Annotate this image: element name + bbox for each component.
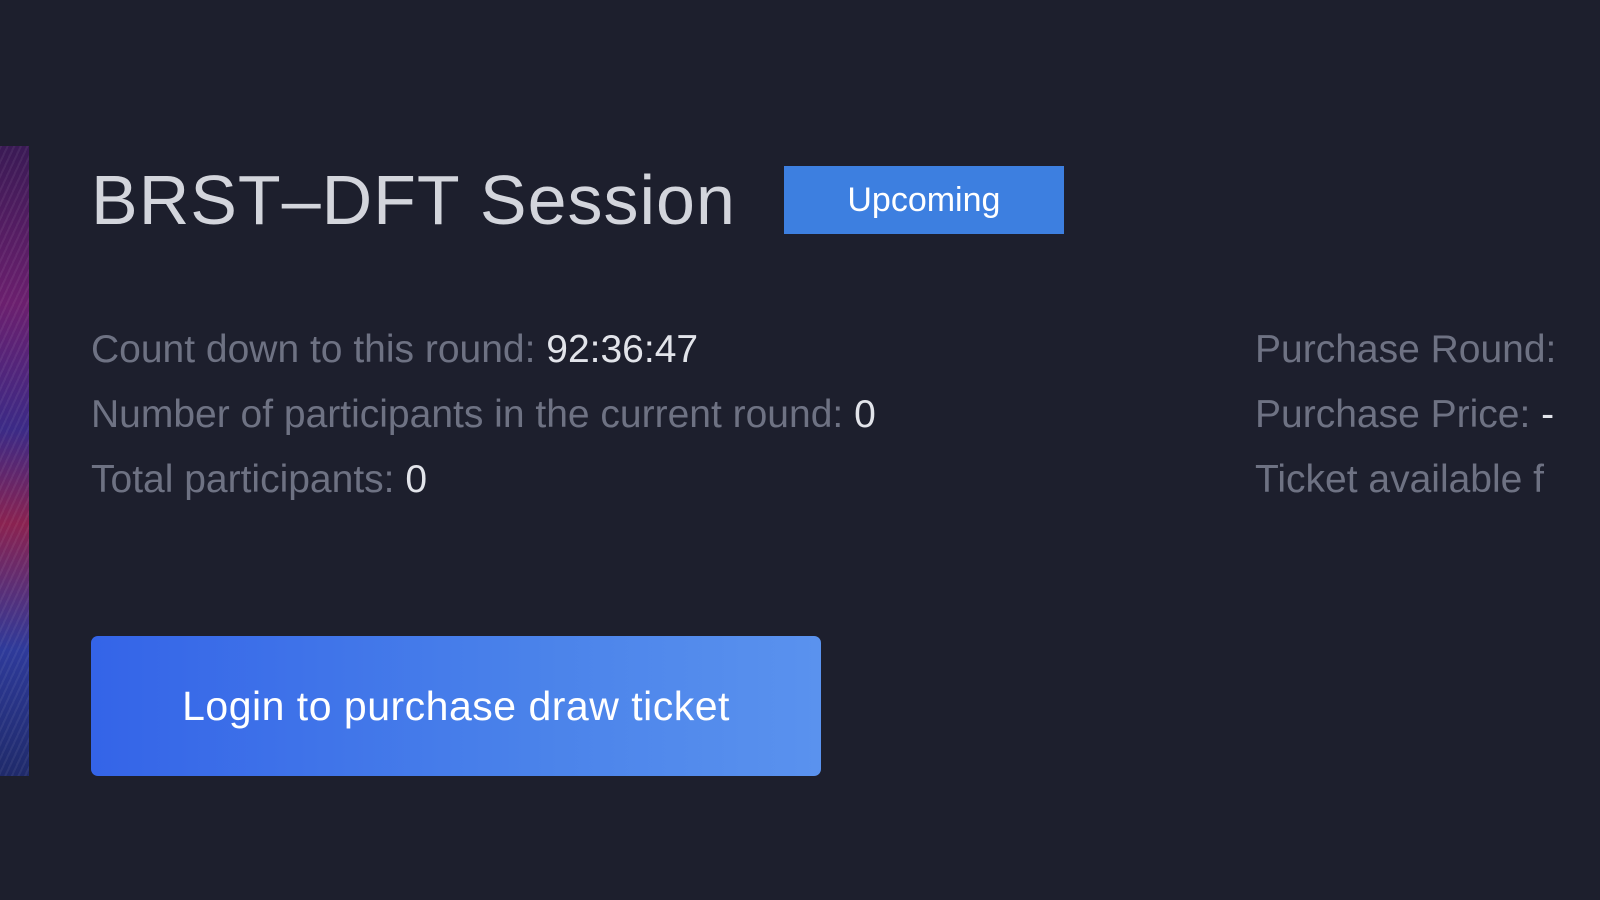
total-participants-value: 0: [405, 458, 428, 501]
ticket-available-label: Ticket available f: [1255, 458, 1545, 501]
current-round-participants-value: 0: [854, 393, 876, 436]
countdown-value: 92:36:47: [546, 328, 699, 371]
purchase-price-label: Purchase Price:: [1255, 393, 1542, 436]
session-title: BRST–DFT Session: [91, 161, 736, 239]
session-stats-left: Count down to this round: 92:36:47 Numbe…: [91, 325, 876, 520]
purchase-round-stat: Purchase Round:: [1255, 325, 1600, 390]
total-participants-stat: Total participants: 0: [91, 455, 876, 520]
session-header: BRST–DFT Session Upcoming: [91, 160, 1064, 240]
purchase-price-stat: Purchase Price: -: [1255, 390, 1600, 455]
countdown-stat: Count down to this round: 92:36:47: [91, 325, 876, 390]
current-round-participants-stat: Number of participants in the current ro…: [91, 390, 876, 455]
status-badge: Upcoming: [783, 166, 1064, 234]
ticket-available-stat: Ticket available f: [1255, 455, 1600, 520]
login-to-purchase-button[interactable]: Login to purchase draw ticket: [91, 636, 821, 776]
session-stats-right: Purchase Round: Purchase Price: - Ticket…: [1255, 325, 1600, 520]
session-banner-image: [0, 146, 29, 776]
current-round-participants-label: Number of participants in the current ro…: [91, 393, 855, 436]
purchase-round-label: Purchase Round:: [1255, 328, 1557, 371]
purchase-price-value: -: [1541, 393, 1555, 436]
total-participants-label: Total participants:: [91, 458, 406, 501]
countdown-label: Count down to this round:: [91, 328, 547, 371]
